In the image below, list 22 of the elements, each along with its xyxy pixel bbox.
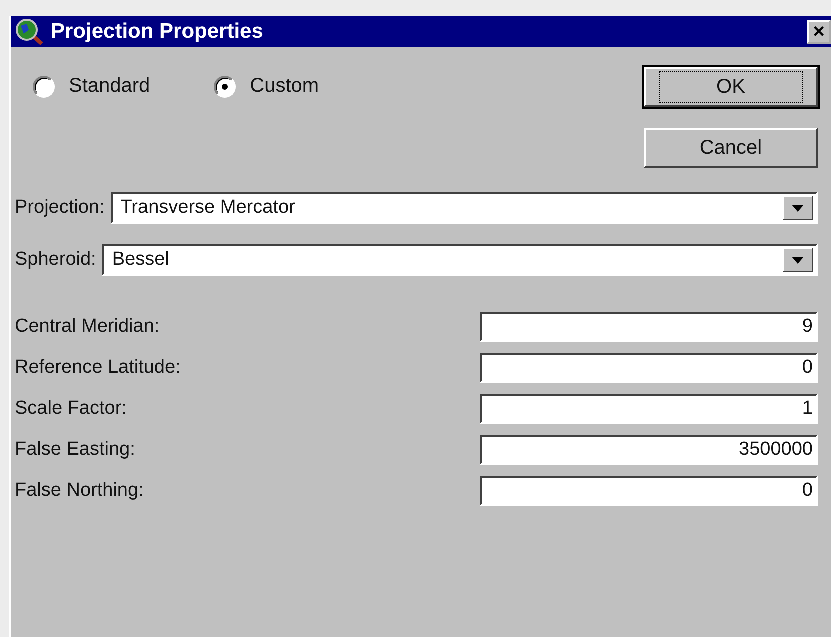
close-button[interactable]: × xyxy=(807,20,831,44)
field-label: Scale Factor: xyxy=(15,398,127,420)
dropdown-field[interactable]: Transverse Mercator xyxy=(110,192,818,224)
field-label: False Northing: xyxy=(15,480,144,502)
input-field[interactable]: 1 xyxy=(480,394,818,424)
window-title: Projection Properties xyxy=(51,20,264,44)
input-field[interactable]: 9 xyxy=(480,312,818,342)
radio-button[interactable] xyxy=(33,76,55,98)
field-label: Reference Latitude: xyxy=(15,357,181,379)
radio-option[interactable]: Standard xyxy=(33,75,150,98)
radio-option[interactable]: Custom xyxy=(214,75,320,98)
input-field[interactable]: 0 xyxy=(480,353,818,383)
dialog-button[interactable]: Cancel xyxy=(644,128,818,168)
input-field[interactable]: 0 xyxy=(480,476,818,506)
dialog-button[interactable]: OK xyxy=(644,67,818,107)
radio-button[interactable] xyxy=(214,76,236,98)
dropdown-field[interactable]: Bessel xyxy=(102,244,818,276)
input-field[interactable]: 3500000 xyxy=(480,435,818,465)
field-label: Spheroid: xyxy=(15,249,96,271)
field-label: Projection: xyxy=(15,197,105,219)
field-label: False Easting: xyxy=(15,439,136,461)
field-label: Central Meridian: xyxy=(15,316,160,338)
